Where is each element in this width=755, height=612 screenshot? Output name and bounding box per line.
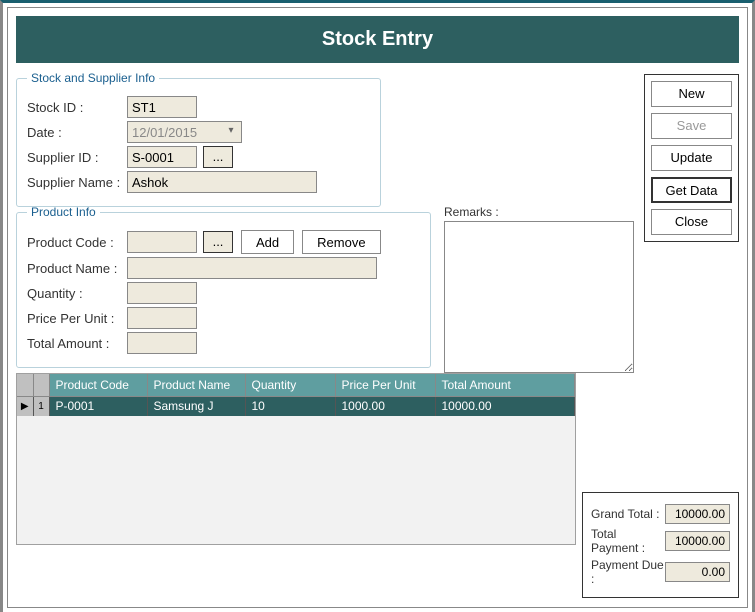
product-code-label: Product Code :	[27, 235, 127, 250]
product-code-input[interactable]	[127, 231, 197, 253]
row-selector-icon[interactable]: ▶	[17, 396, 33, 416]
total-payment-value[interactable]	[665, 531, 730, 551]
supplier-id-input[interactable]	[127, 146, 197, 168]
page-title: Stock Entry	[16, 16, 739, 63]
supplier-name-label: Supplier Name :	[27, 175, 127, 190]
col-product-code[interactable]: Product Code	[49, 374, 147, 396]
product-info-legend: Product Info	[27, 205, 100, 219]
stock-supplier-group: Stock and Supplier Info Stock ID : Date …	[16, 71, 381, 207]
price-per-unit-label: Price Per Unit :	[27, 311, 127, 326]
product-browse-button[interactable]: ...	[203, 231, 233, 253]
supplier-browse-button[interactable]: ...	[203, 146, 233, 168]
product-grid[interactable]: Product Code Product Name Quantity Price…	[16, 373, 576, 545]
cell-product-code[interactable]: P-0001	[49, 396, 147, 416]
product-name-input[interactable]	[127, 257, 377, 279]
stock-id-label: Stock ID :	[27, 100, 127, 115]
payment-due-label: Payment Due :	[591, 558, 665, 586]
row-number: 1	[33, 396, 49, 416]
get-data-button[interactable]: Get Data	[651, 177, 732, 203]
table-row[interactable]: ▶ 1 P-0001 Samsung J 10 1000.00 10000.00	[17, 396, 575, 416]
save-button[interactable]: Save	[651, 113, 732, 139]
quantity-input[interactable]	[127, 282, 197, 304]
total-payment-label: Total Payment :	[591, 527, 665, 555]
remarks-section: Remarks :	[444, 205, 634, 376]
quantity-label: Quantity :	[27, 286, 127, 301]
date-label: Date :	[27, 125, 127, 140]
col-total-amount[interactable]: Total Amount	[435, 374, 575, 396]
cell-product-name[interactable]: Samsung J	[147, 396, 245, 416]
payment-due-value	[665, 562, 730, 582]
cell-quantity[interactable]: 10	[245, 396, 335, 416]
col-price-per-unit[interactable]: Price Per Unit	[335, 374, 435, 396]
remove-button[interactable]: Remove	[302, 230, 380, 254]
remarks-textarea[interactable]	[444, 221, 634, 373]
action-panel: New Save Update Get Data Close	[644, 74, 739, 242]
window-inner: Stock Entry New Save Update Get Data Clo…	[7, 7, 748, 608]
date-input[interactable]	[127, 121, 242, 143]
stock-supplier-legend: Stock and Supplier Info	[27, 71, 159, 85]
new-button[interactable]: New	[651, 81, 732, 107]
close-button[interactable]: Close	[651, 209, 732, 235]
total-amount-input[interactable]	[127, 332, 197, 354]
grand-total-value	[665, 504, 730, 524]
supplier-name-input[interactable]	[127, 171, 317, 193]
add-button[interactable]: Add	[241, 230, 294, 254]
col-product-name[interactable]: Product Name	[147, 374, 245, 396]
supplier-id-label: Supplier ID :	[27, 150, 127, 165]
product-info-group: Product Info Product Code : ... Add Remo…	[16, 205, 431, 368]
remarks-label: Remarks :	[444, 205, 634, 219]
row-header-blank	[33, 374, 49, 396]
content-area: New Save Update Get Data Close Stock and…	[16, 71, 739, 598]
window-frame: Stock Entry New Save Update Get Data Clo…	[0, 0, 755, 612]
row-header-blank	[17, 374, 33, 396]
price-per-unit-input[interactable]	[127, 307, 197, 329]
cell-price-per-unit[interactable]: 1000.00	[335, 396, 435, 416]
totals-panel: Grand Total : Total Payment : Payment Du…	[582, 492, 739, 598]
total-amount-label: Total Amount :	[27, 336, 127, 351]
update-button[interactable]: Update	[651, 145, 732, 171]
cell-total-amount[interactable]: 10000.00	[435, 396, 575, 416]
col-quantity[interactable]: Quantity	[245, 374, 335, 396]
stock-id-input[interactable]	[127, 96, 197, 118]
product-name-label: Product Name :	[27, 261, 127, 276]
grand-total-label: Grand Total :	[591, 507, 659, 521]
